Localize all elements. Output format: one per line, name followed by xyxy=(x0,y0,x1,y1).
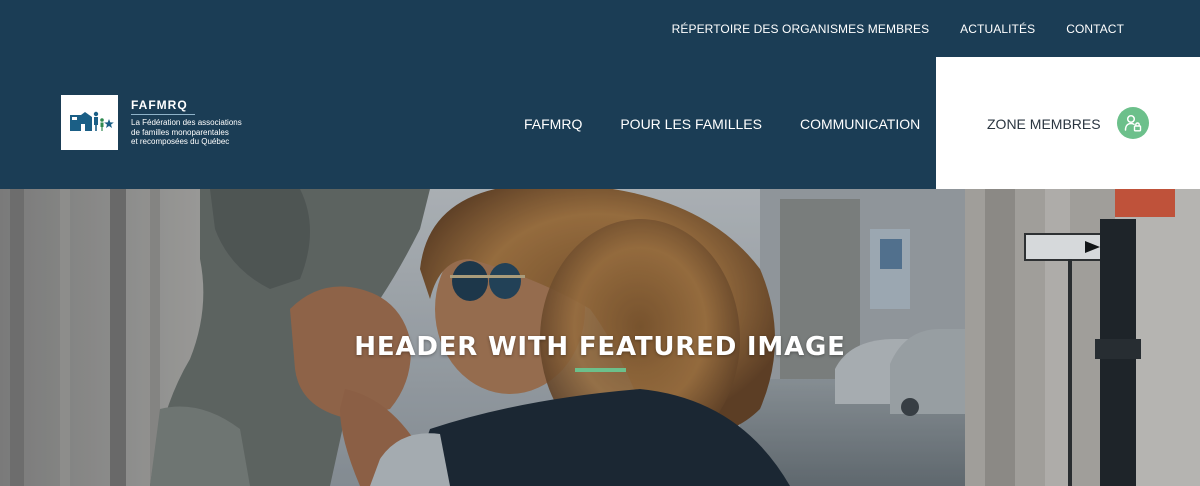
logo-description-line: de familles monoparentales xyxy=(131,127,229,137)
top-nav-item-contact[interactable]: CONTACT xyxy=(1066,21,1124,37)
top-navigation: RÉPERTOIRE DES ORGANISMES MEMBRES ACTUAL… xyxy=(641,21,1124,37)
main-nav-item-fafmrq[interactable]: FAFMRQ xyxy=(524,116,582,132)
main-nav-item-communication[interactable]: COMMUNICATION xyxy=(800,116,920,132)
hero-title: HEADER WITH FEATURED IMAGE xyxy=(354,332,846,362)
main-nav-item-pour-les-familles[interactable]: POUR LES FAMILLES xyxy=(620,116,762,132)
top-nav-item-repertoire[interactable]: RÉPERTOIRE DES ORGANISMES MEMBRES xyxy=(672,21,930,37)
site-logo[interactable]: FAFMRQ La Fédération des associations de… xyxy=(61,95,261,150)
logo-description: La Fédération des associations de famill… xyxy=(131,118,261,147)
hero-banner: HEADER WITH FEATURED IMAGE xyxy=(0,189,1200,486)
logo-description-line: La Fédération des associations xyxy=(131,118,242,127)
hero-title-underline xyxy=(575,368,626,372)
logo-text: FAFMRQ La Fédération des associations de… xyxy=(131,95,261,147)
logo-description-line: et recomposées du Québec xyxy=(131,137,230,146)
logo-name: FAFMRQ xyxy=(131,98,188,112)
main-navigation: FAFMRQ POUR LES FAMILLES COMMUNICATION xyxy=(524,116,958,132)
member-zone: ZONE MEMBRES xyxy=(936,57,1200,189)
user-lock-icon[interactable] xyxy=(1117,107,1149,139)
logo-mark xyxy=(61,95,118,150)
logo-divider xyxy=(131,114,195,115)
top-nav-item-actualites[interactable]: ACTUALITÉS xyxy=(960,21,1035,37)
site-header: RÉPERTOIRE DES ORGANISMES MEMBRES ACTUAL… xyxy=(0,0,1200,189)
family-logo-icon xyxy=(70,111,114,131)
user-lock-glyph xyxy=(1124,114,1142,132)
member-zone-link[interactable]: ZONE MEMBRES xyxy=(987,116,1101,132)
